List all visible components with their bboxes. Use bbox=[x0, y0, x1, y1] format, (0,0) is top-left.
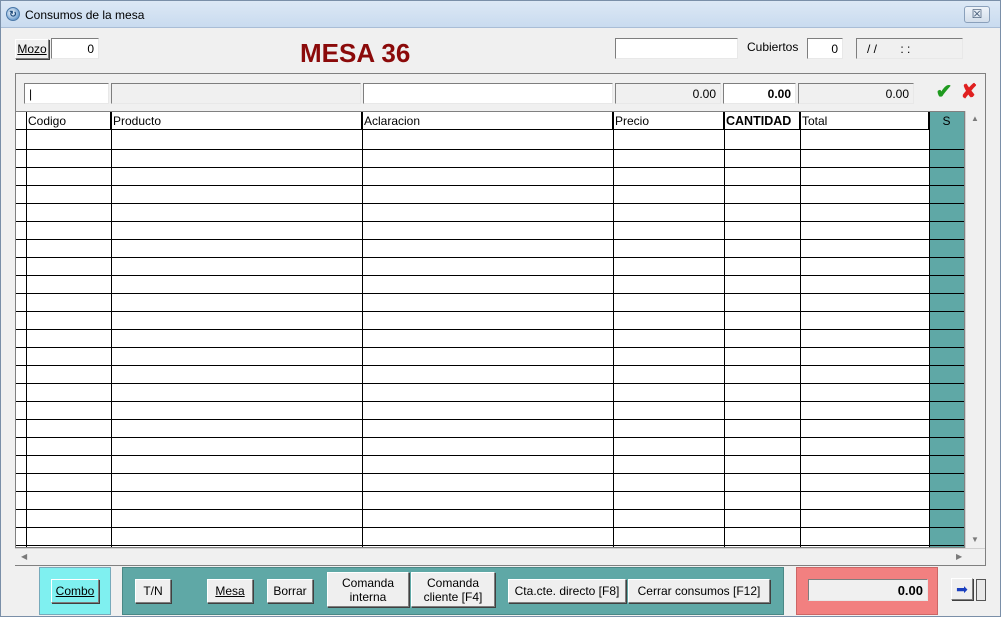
mozo-button[interactable]: Mozo bbox=[15, 39, 49, 59]
row-divider bbox=[16, 527, 964, 528]
door-icon bbox=[976, 579, 986, 601]
comanda-cliente-line2: cliente [F4] bbox=[423, 589, 483, 604]
page-title: MESA 36 bbox=[300, 38, 411, 68]
check-icon[interactable]: ✔ bbox=[933, 81, 955, 103]
row-divider bbox=[16, 311, 964, 312]
row-divider bbox=[16, 401, 964, 402]
row-divider bbox=[16, 365, 964, 366]
row-divider bbox=[16, 203, 964, 204]
row-divider bbox=[16, 221, 964, 222]
column-divider bbox=[724, 112, 725, 547]
row-divider bbox=[16, 437, 964, 438]
row-divider bbox=[16, 257, 964, 258]
column-divider bbox=[613, 112, 614, 547]
column-divider bbox=[26, 112, 27, 547]
combo-label: Combo bbox=[55, 584, 95, 598]
total-panel: 0.00 bbox=[796, 567, 938, 615]
name-field[interactable] bbox=[615, 38, 738, 59]
combo-panel: Combo bbox=[39, 567, 111, 615]
s-column bbox=[929, 112, 964, 547]
header-cantidad[interactable]: CANTIDAD bbox=[724, 112, 800, 130]
column-divider bbox=[929, 112, 930, 547]
scroll-left-icon[interactable]: ◀ bbox=[21, 552, 27, 561]
producto-input bbox=[111, 83, 361, 104]
exit-arrow-icon: ➡ bbox=[956, 581, 968, 597]
tn-button[interactable]: T/N bbox=[135, 579, 171, 603]
column-divider bbox=[111, 112, 112, 547]
title-bar: ↻ Consumos de la mesa ☒ bbox=[1, 1, 1000, 28]
header-total[interactable]: Total bbox=[800, 112, 929, 130]
header-precio[interactable]: Precio bbox=[613, 112, 724, 130]
row-divider bbox=[16, 473, 964, 474]
header-s[interactable]: S bbox=[929, 112, 964, 130]
datetime-field: / / : : bbox=[856, 38, 963, 59]
row-divider bbox=[16, 239, 964, 240]
mozo-field[interactable]: 0 bbox=[51, 38, 99, 59]
row-divider bbox=[16, 491, 964, 492]
comanda-cliente-button[interactable]: Comanda cliente [F4] bbox=[411, 572, 495, 607]
cubiertos-field[interactable]: 0 bbox=[807, 38, 843, 59]
header-aclaracion[interactable]: Aclaracion bbox=[362, 112, 613, 130]
row-divider bbox=[16, 509, 964, 510]
cubiertos-label: Cubiertos bbox=[747, 40, 799, 54]
row-divider bbox=[16, 329, 964, 330]
window-title: Consumos de la mesa bbox=[25, 8, 145, 22]
comanda-interna-line2: interna bbox=[349, 589, 387, 604]
close-button[interactable]: ☒ bbox=[964, 6, 990, 23]
aclaracion-input[interactable] bbox=[363, 83, 613, 104]
codigo-input[interactable]: | bbox=[24, 83, 109, 104]
cerrar-consumos-button[interactable]: Cerrar consumos [F12] bbox=[628, 579, 770, 603]
app-icon: ↻ bbox=[6, 7, 20, 21]
row-divider bbox=[16, 185, 964, 186]
row-divider bbox=[16, 347, 964, 348]
row-indicator bbox=[16, 112, 26, 547]
exit-button[interactable]: ➡ bbox=[951, 578, 973, 600]
cantidad-input[interactable]: 0.00 bbox=[723, 83, 796, 104]
comanda-interna-button[interactable]: Comanda interna bbox=[327, 572, 409, 607]
row-divider bbox=[16, 419, 964, 420]
total-display: 0.00 bbox=[808, 579, 928, 601]
header-codigo[interactable]: Codigo bbox=[26, 112, 111, 130]
comanda-cliente-line1: Comanda bbox=[426, 575, 480, 590]
row-divider bbox=[16, 275, 964, 276]
mozo-label: Mozo bbox=[17, 42, 47, 56]
actions-panel: T/N Mesa Borrar Comanda interna Comanda … bbox=[122, 567, 784, 615]
vertical-scrollbar[interactable]: ▲ ▼ bbox=[965, 111, 985, 548]
comanda-interna-line1: Comanda bbox=[341, 575, 395, 590]
table-header: Codigo Producto Aclaracion Precio CANTID… bbox=[16, 112, 964, 130]
consumos-window: ↻ Consumos de la mesa ☒ Mozo 0 MESA 36 C… bbox=[0, 0, 1001, 617]
row-divider bbox=[16, 383, 964, 384]
column-divider bbox=[362, 112, 363, 547]
scroll-right-icon[interactable]: ▶ bbox=[956, 552, 962, 561]
close-icon[interactable]: ✘ bbox=[958, 81, 980, 103]
consumos-table[interactable]: Codigo Producto Aclaracion Precio CANTID… bbox=[15, 111, 965, 548]
total-input: 0.00 bbox=[798, 83, 914, 104]
row-divider bbox=[16, 167, 964, 168]
header-producto[interactable]: Producto bbox=[111, 112, 362, 130]
scroll-up-icon[interactable]: ▲ bbox=[971, 114, 979, 123]
precio-input: 0.00 bbox=[615, 83, 721, 104]
row-divider bbox=[16, 293, 964, 294]
mesa-button[interactable]: Mesa bbox=[207, 579, 253, 603]
row-divider bbox=[16, 149, 964, 150]
row-divider bbox=[16, 545, 964, 546]
borrar-button[interactable]: Borrar bbox=[267, 579, 313, 603]
scroll-down-icon[interactable]: ▼ bbox=[971, 535, 979, 544]
mesa-label: Mesa bbox=[215, 584, 245, 598]
combo-button[interactable]: Combo bbox=[51, 579, 99, 603]
row-divider bbox=[16, 455, 964, 456]
horizontal-scrollbar[interactable]: ◀ ▶ bbox=[15, 548, 985, 565]
cta-cte-button[interactable]: Cta.cte. directo [F8] bbox=[508, 579, 626, 603]
column-divider bbox=[800, 112, 801, 547]
